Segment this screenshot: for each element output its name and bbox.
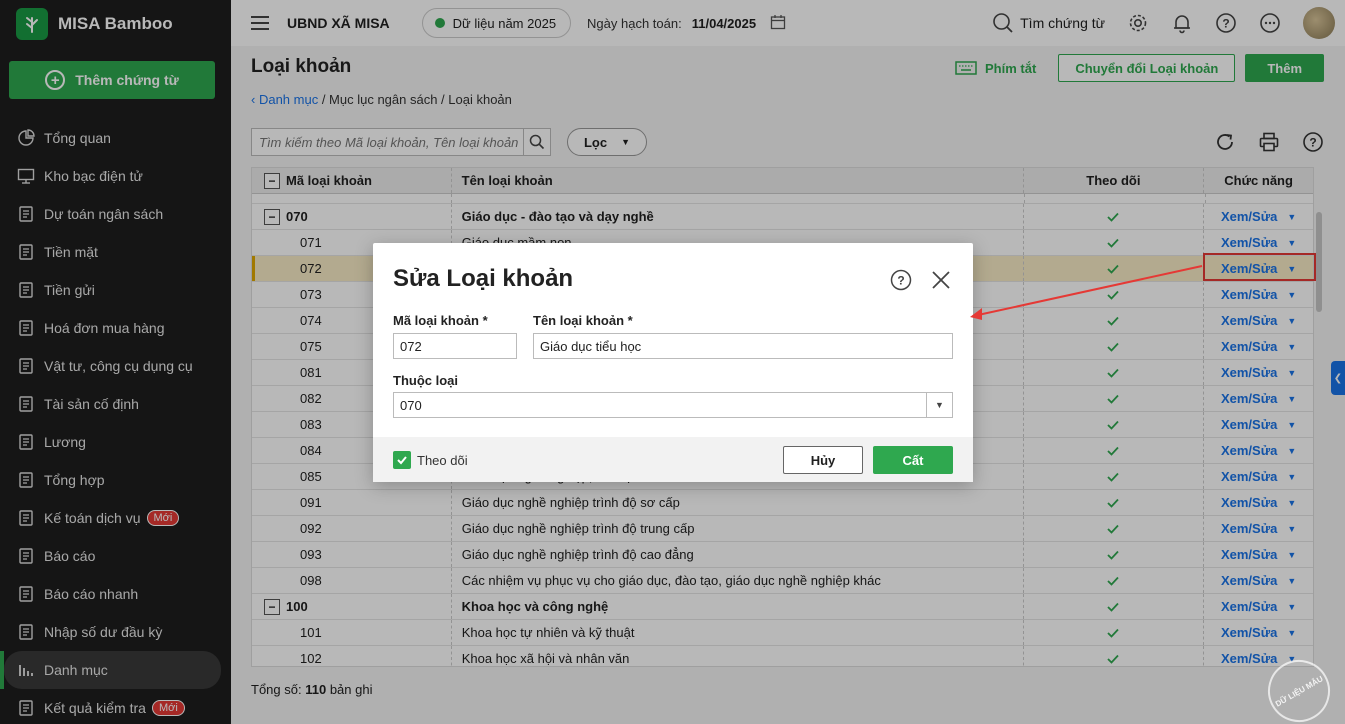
close-icon[interactable]: [930, 269, 952, 294]
name-field[interactable]: [533, 333, 953, 359]
dialog-title: Sửa Loại khoản: [393, 265, 574, 292]
parent-label: Thuộc loại: [393, 373, 458, 388]
annotation-arrow-icon: [970, 265, 1203, 320]
caret-down-icon[interactable]: ▼: [926, 393, 952, 417]
follow-label: Theo dõi: [417, 452, 468, 468]
code-field[interactable]: [393, 333, 517, 359]
cancel-button[interactable]: Hủy: [783, 446, 863, 474]
dialog-footer: Theo dõi Hủy Cất: [373, 437, 973, 482]
edit-dialog: Sửa Loại khoản ? Mã loại khoản * Tên loạ…: [373, 243, 973, 482]
parent-select[interactable]: 070 ▼: [393, 392, 953, 418]
follow-checkbox[interactable]: Theo dõi: [393, 451, 468, 469]
svg-text:?: ?: [897, 274, 904, 288]
parent-value: 070: [400, 397, 422, 413]
checkbox-checked-icon[interactable]: [393, 451, 411, 469]
name-label: Tên loại khoản *: [533, 313, 633, 328]
code-label: Mã loại khoản *: [393, 313, 488, 328]
help-icon[interactable]: ?: [890, 269, 912, 294]
save-button[interactable]: Cất: [873, 446, 953, 474]
